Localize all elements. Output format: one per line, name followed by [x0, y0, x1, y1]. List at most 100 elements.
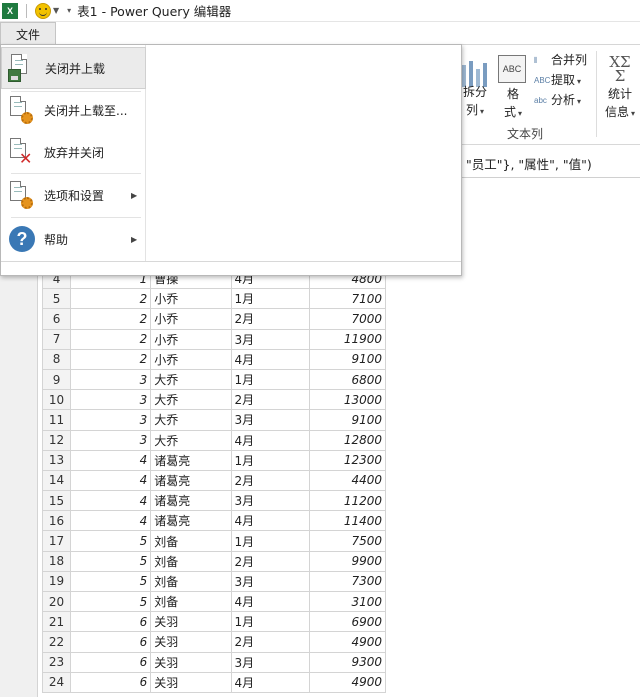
table-row[interactable]: 24 6 关羽 4月 4900 [41, 671, 387, 693]
cell-name[interactable]: 大乔 [150, 368, 232, 391]
row-number[interactable]: 17 [41, 530, 72, 552]
table-row[interactable]: 15 4 诸葛亮 3月 11200 [41, 490, 387, 512]
row-number[interactable]: 10 [41, 389, 72, 411]
cell-id[interactable]: 3 [70, 409, 152, 431]
cell-value[interactable]: 7500 [308, 530, 387, 552]
cell-name[interactable]: 小乔 [150, 328, 232, 350]
cell-id[interactable]: 4 [70, 510, 152, 532]
cell-name[interactable]: 关羽 [150, 631, 232, 653]
cell-name[interactable]: 小乔 [150, 348, 232, 370]
format-button[interactable]: 格 式 ▾ [498, 85, 528, 123]
cell-value[interactable]: 4900 [308, 671, 387, 693]
cell-month[interactable]: 4月 [230, 590, 310, 613]
cell-value[interactable]: 12300 [308, 449, 387, 471]
row-number[interactable]: 23 [41, 651, 72, 673]
cell-value[interactable]: 7000 [308, 308, 387, 330]
cell-value[interactable]: 3100 [308, 590, 387, 613]
row-number[interactable]: 11 [41, 409, 72, 431]
menu-item-discard-and-close[interactable]: ✕ 放弃并关闭 [1, 131, 146, 173]
menu-item-help[interactable]: ? 帮助 ▶ [1, 218, 146, 260]
cell-value[interactable]: 13000 [308, 389, 387, 411]
cell-id[interactable]: 4 [70, 449, 152, 471]
cell-id[interactable]: 6 [70, 671, 152, 693]
cell-id[interactable]: 3 [70, 389, 152, 411]
cell-id[interactable]: 6 [70, 631, 152, 653]
cell-month[interactable]: 2月 [230, 550, 310, 572]
cell-name[interactable]: 诸葛亮 [150, 469, 232, 492]
cell-name[interactable]: 小乔 [150, 308, 232, 330]
table-row[interactable]: 14 4 诸葛亮 2月 4400 [41, 469, 387, 492]
cell-name[interactable]: 关羽 [150, 611, 232, 633]
cell-id[interactable]: 5 [70, 570, 152, 593]
cell-value[interactable]: 4900 [308, 631, 387, 653]
row-number[interactable]: 9 [41, 368, 72, 391]
menu-item-close-and-load-to[interactable]: 关闭并上载至... [1, 89, 146, 131]
table-row[interactable]: 12 3 大乔 4月 12800 [41, 429, 387, 451]
row-number[interactable]: 12 [41, 429, 72, 451]
cell-id[interactable]: 5 [70, 590, 152, 613]
cell-id[interactable]: 6 [70, 651, 152, 673]
cell-value[interactable]: 7300 [308, 570, 387, 593]
cell-month[interactable]: 1月 [230, 449, 310, 471]
cell-value[interactable]: 6800 [308, 368, 387, 391]
cell-id[interactable]: 6 [70, 611, 152, 633]
table-row[interactable]: 16 4 诸葛亮 4月 11400 [41, 510, 387, 532]
cell-id[interactable]: 2 [70, 348, 152, 370]
cell-id[interactable]: 2 [70, 288, 152, 310]
cell-month[interactable]: 1月 [230, 611, 310, 633]
cell-id[interactable]: 4 [70, 469, 152, 492]
row-number[interactable]: 14 [41, 469, 72, 492]
cell-value[interactable]: 6900 [308, 611, 387, 633]
cell-name[interactable]: 刘备 [150, 530, 232, 552]
row-number[interactable]: 13 [41, 449, 72, 471]
cell-value[interactable]: 11400 [308, 510, 387, 532]
customize-quick-access-icon[interactable]: ▾ [67, 6, 71, 15]
table-row[interactable]: 18 5 刘备 2月 9900 [41, 550, 387, 572]
cell-month[interactable]: 3月 [230, 651, 310, 673]
cell-month[interactable]: 2月 [230, 631, 310, 653]
extract-button[interactable]: ABC提取 ▾ [534, 71, 581, 91]
cell-month[interactable]: 3月 [230, 328, 310, 350]
row-number[interactable]: 16 [41, 510, 72, 532]
cell-month[interactable]: 2月 [230, 389, 310, 411]
cell-month[interactable]: 1月 [230, 530, 310, 552]
cell-id[interactable]: 3 [70, 368, 152, 391]
cell-id[interactable]: 5 [70, 530, 152, 552]
table-row[interactable]: 23 6 关羽 3月 9300 [41, 651, 387, 673]
cell-month[interactable]: 1月 [230, 368, 310, 391]
row-number[interactable]: 19 [41, 570, 72, 593]
row-number[interactable]: 22 [41, 631, 72, 653]
cell-month[interactable]: 1月 [230, 288, 310, 310]
cell-month[interactable]: 4月 [230, 510, 310, 532]
cell-month[interactable]: 3月 [230, 570, 310, 593]
table-row[interactable]: 6 2 小乔 2月 7000 [41, 308, 387, 330]
cell-name[interactable]: 大乔 [150, 409, 232, 431]
cell-value[interactable]: 4400 [308, 469, 387, 492]
table-row[interactable]: 20 5 刘备 4月 3100 [41, 590, 387, 613]
statistics-button[interactable]: 统计 信息 ▾ [600, 85, 640, 123]
table-row[interactable]: 7 2 小乔 3月 11900 [41, 328, 387, 350]
split-column-button[interactable]: 拆分 列 ▾ [460, 83, 490, 121]
cell-month[interactable]: 3月 [230, 409, 310, 431]
cell-value[interactable]: 9300 [308, 651, 387, 673]
cell-name[interactable]: 刘备 [150, 570, 232, 593]
table-row[interactable]: 11 3 大乔 3月 9100 [41, 409, 387, 431]
row-number[interactable]: 7 [41, 328, 72, 350]
cell-value[interactable]: 7100 [308, 288, 387, 310]
table-row[interactable]: 22 6 关羽 2月 4900 [41, 631, 387, 653]
row-number[interactable]: 20 [41, 590, 72, 613]
chevron-down-icon[interactable]: ▼ [53, 6, 59, 15]
cell-name[interactable]: 诸葛亮 [150, 449, 232, 471]
cell-name[interactable]: 诸葛亮 [150, 490, 232, 512]
row-number[interactable]: 5 [41, 288, 72, 310]
cell-month[interactable]: 2月 [230, 469, 310, 492]
merge-columns-button[interactable]: ⫴ 合并列 [534, 51, 587, 69]
cell-id[interactable]: 4 [70, 490, 152, 512]
cell-value[interactable]: 11900 [308, 328, 387, 350]
cell-name[interactable]: 大乔 [150, 429, 232, 451]
cell-value[interactable]: 9100 [308, 409, 387, 431]
cell-month[interactable]: 4月 [230, 429, 310, 451]
table-row[interactable]: 8 2 小乔 4月 9100 [41, 348, 387, 370]
row-number[interactable]: 6 [41, 308, 72, 330]
cell-id[interactable]: 2 [70, 328, 152, 350]
